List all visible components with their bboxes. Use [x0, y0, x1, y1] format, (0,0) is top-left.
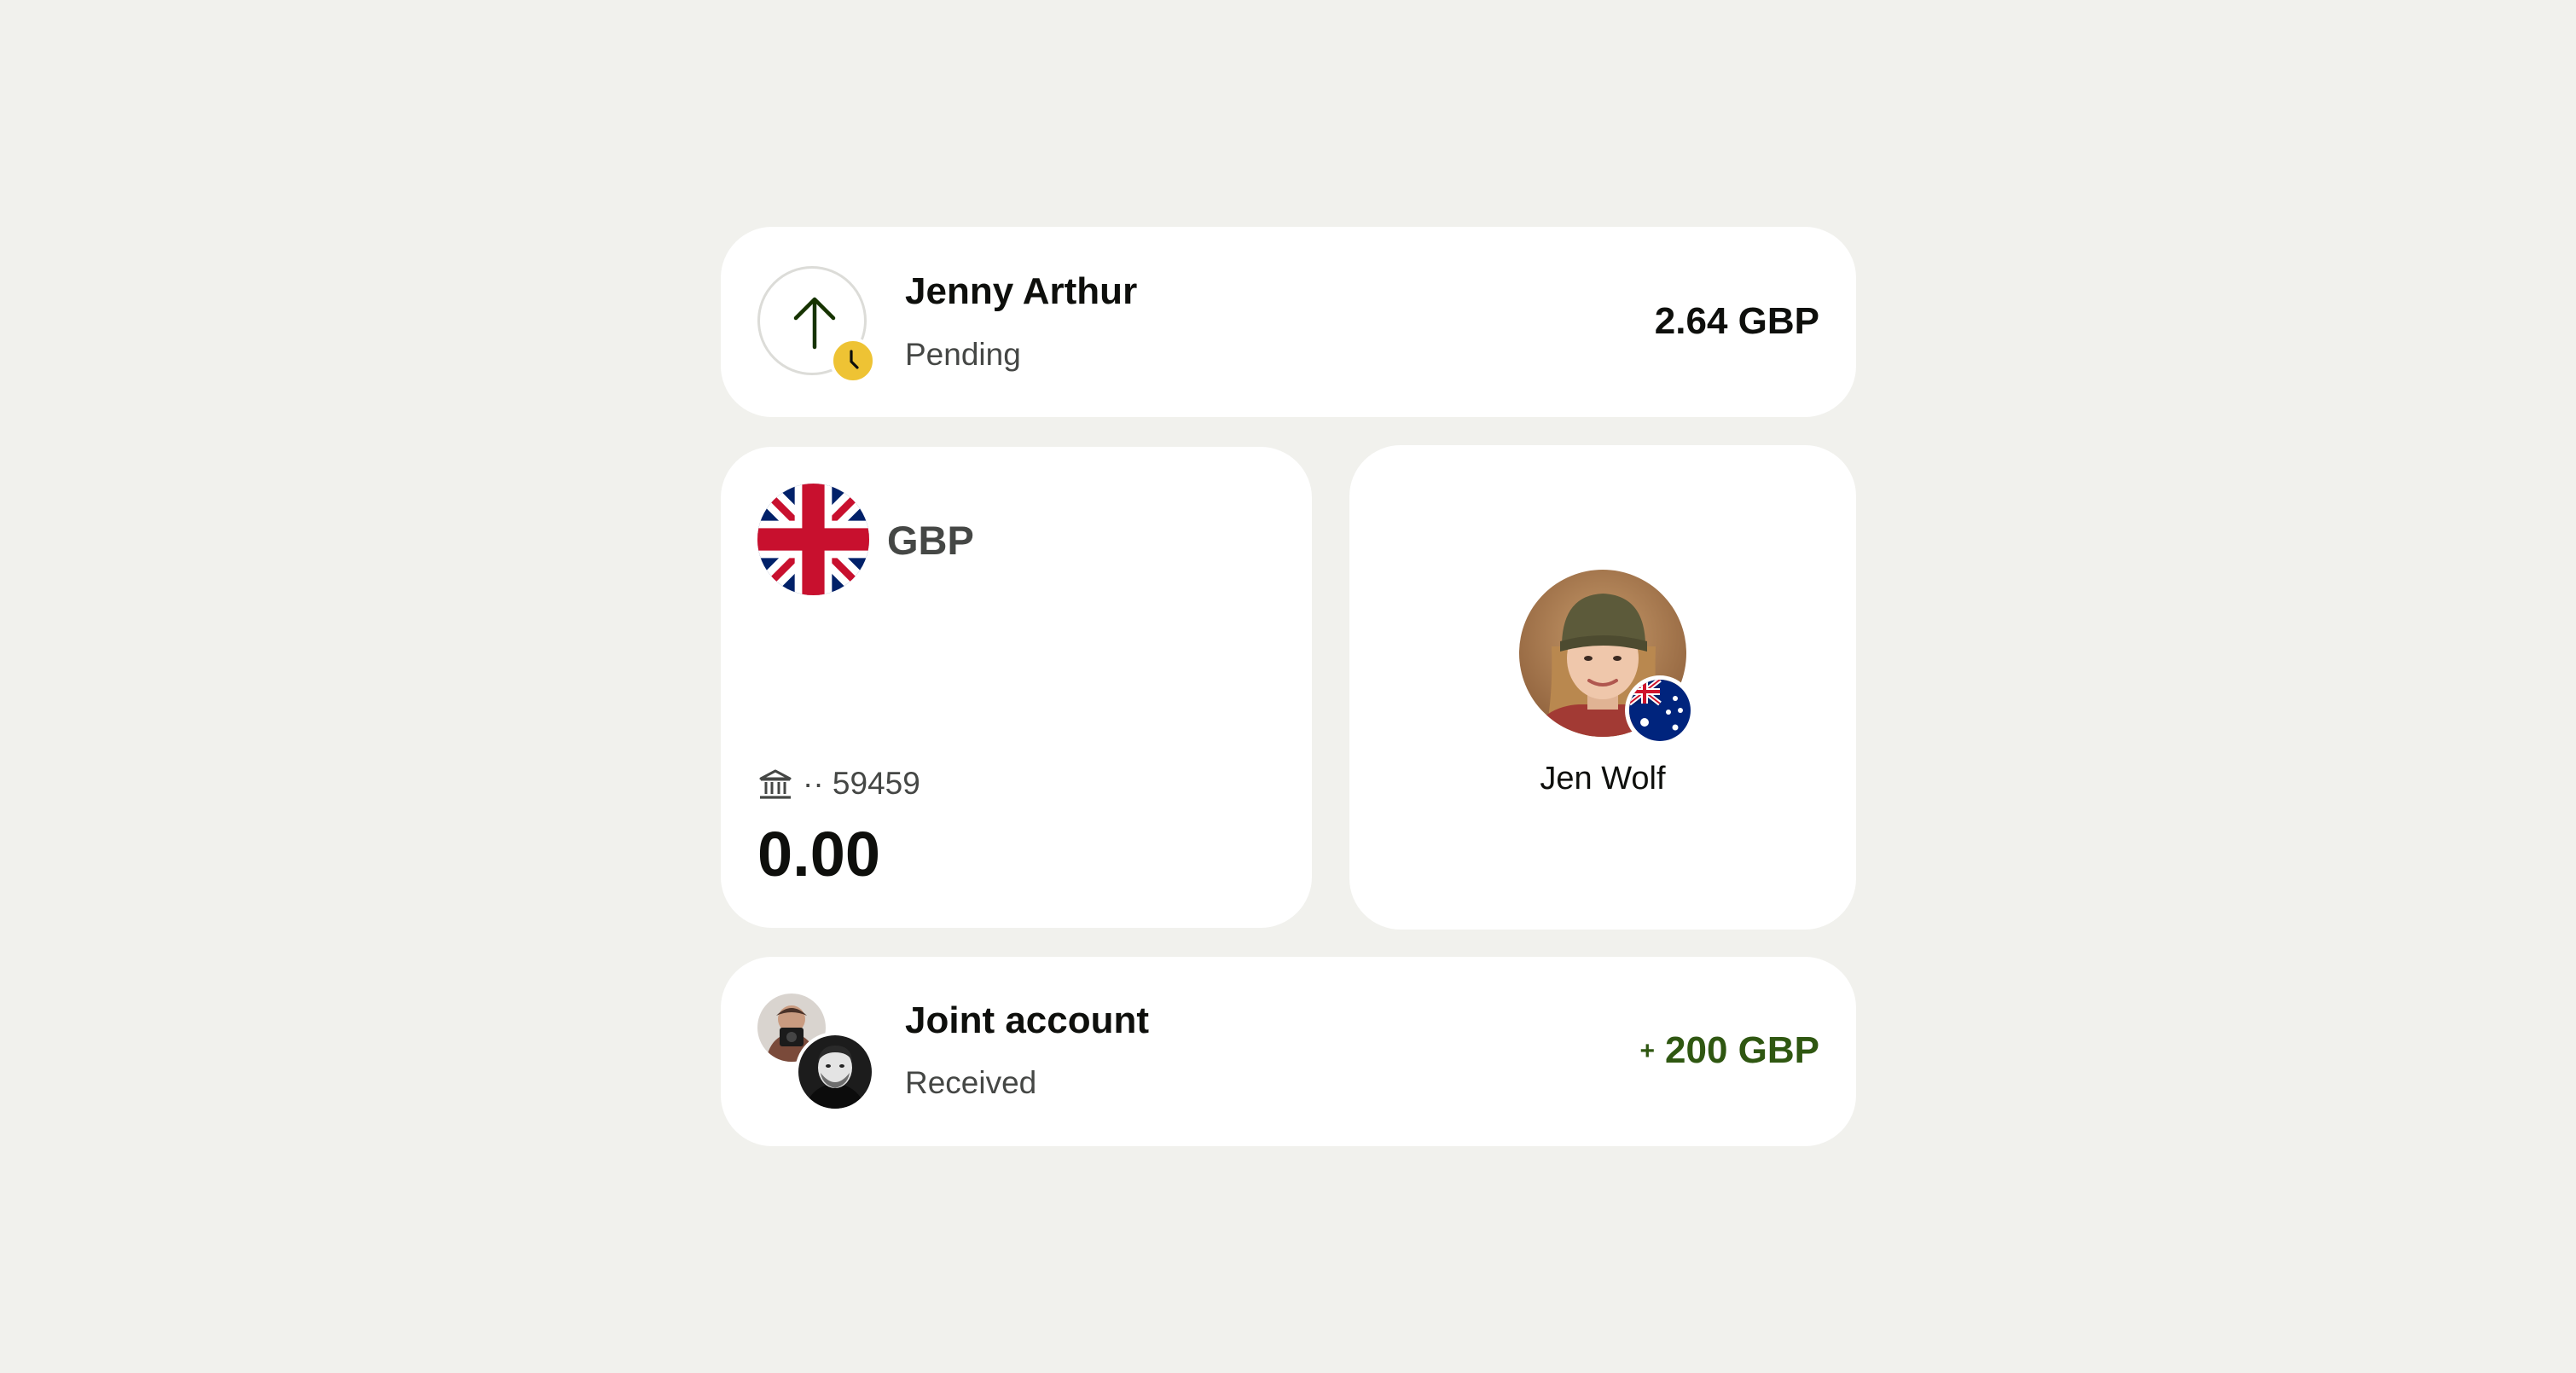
joint-account-card[interactable]: Joint account Received +200 GBP — [721, 957, 1856, 1146]
transaction-status: Received — [905, 1065, 1037, 1100]
pending-transfer-card[interactable]: Jenny Arthur Pending 2.64 GBP — [721, 227, 1856, 417]
bank-icon — [759, 769, 792, 799]
arrow-up-icon — [793, 297, 836, 350]
amount-value: 200 GBP — [1665, 1029, 1819, 1071]
contact-card[interactable]: Jen Wolf — [1349, 445, 1856, 930]
uk-flag-icon — [757, 484, 869, 595]
transfer-status: Pending — [905, 337, 1021, 372]
account-number: ·· 59459 — [803, 766, 920, 801]
amount-prefix: + — [1639, 1037, 1656, 1065]
balance-amount: 0.00 — [757, 819, 881, 889]
contact-name: Jen Wolf — [1540, 761, 1666, 797]
received-amount: +200 GBP — [1639, 1032, 1819, 1069]
transfer-amount: 2.64 GBP — [1654, 300, 1819, 342]
account-name: Joint account — [905, 999, 1150, 1041]
member-avatar — [795, 1032, 875, 1112]
clock-icon — [830, 338, 876, 384]
gbp-balance-card[interactable]: GBP ·· 59459 0.00 — [721, 447, 1312, 928]
australia-flag-icon — [1625, 675, 1695, 745]
currency-code: GBP — [887, 518, 974, 563]
recipient-name: Jenny Arthur — [905, 270, 1138, 312]
